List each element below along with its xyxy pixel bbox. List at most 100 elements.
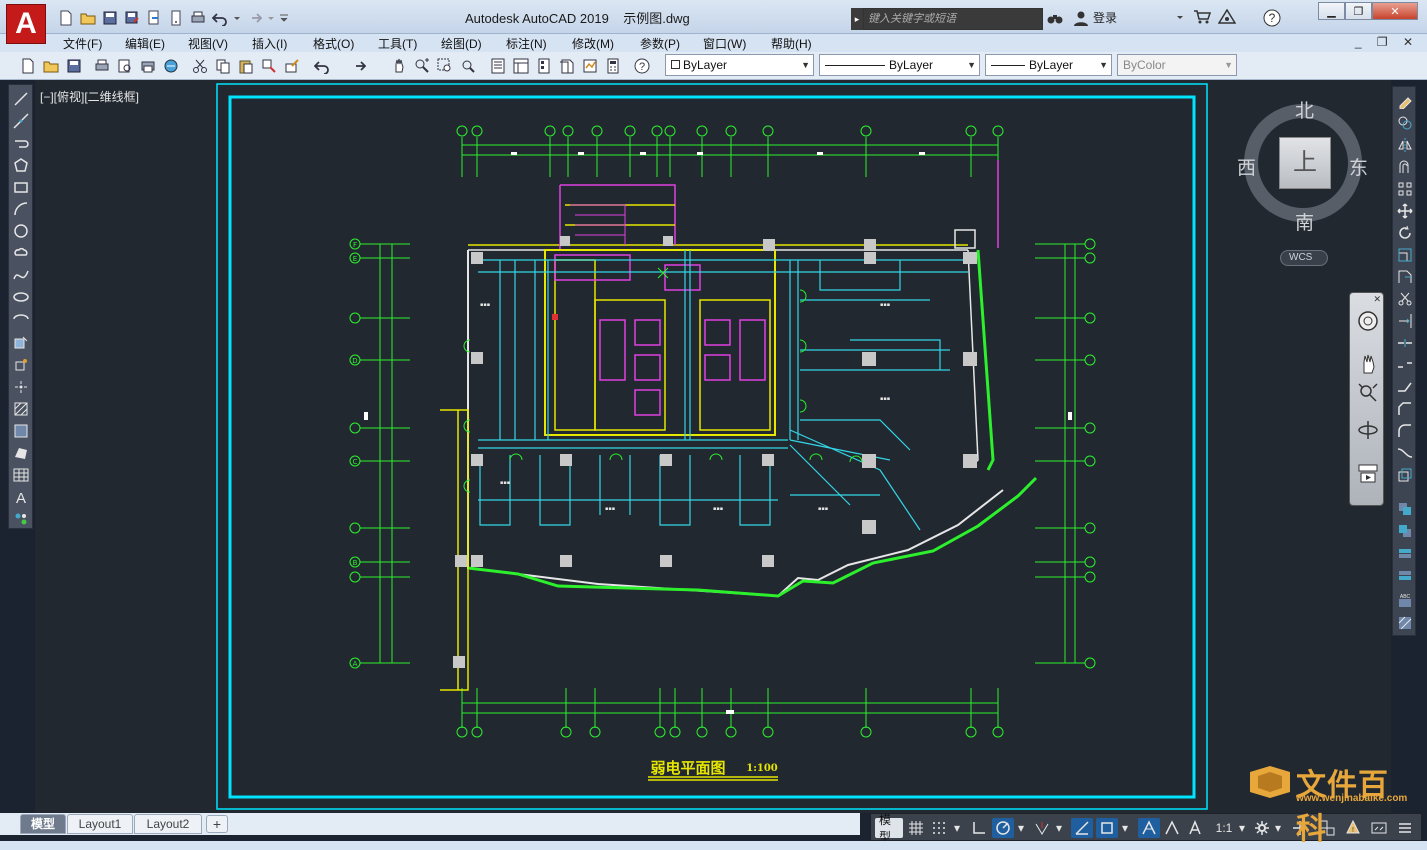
annotation-scale-icon[interactable] [1185, 818, 1205, 838]
add-selected-icon[interactable] [11, 509, 31, 529]
rectangle-icon[interactable] [11, 177, 31, 197]
polyline-icon[interactable] [11, 133, 31, 153]
text-to-front-icon[interactable]: ABC [1395, 591, 1415, 611]
offset-icon[interactable] [1395, 157, 1415, 177]
break-icon[interactable] [1395, 355, 1415, 375]
annotation-visibility-icon[interactable] [1138, 818, 1160, 838]
region-icon[interactable] [11, 443, 31, 463]
svg-text:A: A [16, 490, 26, 505]
draworder-front-icon[interactable] [1395, 499, 1415, 519]
svg-text:▪▪▪: ▪▪▪ [500, 480, 510, 486]
annotation-scale-value[interactable]: 1:1 [1211, 818, 1237, 838]
draworder-above-icon[interactable] [1395, 543, 1415, 563]
hatch-icon[interactable] [11, 399, 31, 419]
ellipse-arc-icon[interactable] [11, 309, 31, 329]
grid-icon[interactable] [906, 818, 926, 838]
compass-west[interactable]: 西 [1237, 153, 1256, 180]
building-core [544, 204, 776, 436]
add-layout-button[interactable]: + [206, 815, 228, 833]
navbar-close-icon[interactable]: ✕ [1373, 294, 1381, 305]
multiline-text-icon[interactable]: A [11, 487, 31, 507]
orbit-icon[interactable] [1356, 418, 1380, 442]
join-icon[interactable] [1395, 377, 1415, 397]
chamfer-icon[interactable] [1395, 399, 1415, 419]
blend-curves-icon[interactable] [1395, 443, 1415, 463]
polygon-icon[interactable] [11, 155, 31, 175]
sheet-outer-frame [216, 83, 1208, 810]
draworder-back-icon[interactable] [1395, 521, 1415, 541]
axis-label-b: B [353, 559, 358, 567]
scale-icon[interactable] [1395, 245, 1415, 265]
isometric-dropdown-icon[interactable]: ▾ [1054, 818, 1064, 838]
explode-icon[interactable] [1395, 465, 1415, 485]
rotate-icon[interactable] [1395, 223, 1415, 243]
osnap-dropdown-icon[interactable]: ▾ [1120, 818, 1130, 838]
mirror-icon[interactable] [1395, 135, 1415, 155]
tab-layout2[interactable]: Layout2 [134, 814, 202, 834]
viewcube-top-face[interactable]: 上 [1279, 137, 1331, 189]
insert-block-icon[interactable] [11, 333, 31, 353]
arc-icon[interactable] [11, 199, 31, 219]
compass-north[interactable]: 北 [1295, 96, 1314, 123]
svg-text:▪▪▪: ▪▪▪ [713, 506, 723, 512]
gradient-icon[interactable] [11, 421, 31, 441]
move-icon[interactable] [1395, 201, 1415, 221]
drawing-title: 弱电平面图 [650, 759, 725, 777]
wcs-menu[interactable]: WCS [1280, 250, 1328, 266]
viewport-controls-label[interactable]: [−][俯视][二维线框] [40, 88, 139, 105]
drawing-scale: 1:100 [746, 763, 778, 774]
navigation-bar: ✕ [1349, 292, 1384, 506]
ellipse-icon[interactable] [11, 287, 31, 307]
pan-hand-icon[interactable] [1356, 352, 1380, 376]
compass-south[interactable]: 南 [1295, 208, 1314, 235]
line-icon[interactable] [11, 89, 31, 109]
model-space-toggle[interactable]: 模型 [875, 813, 903, 844]
spline-icon[interactable] [11, 265, 31, 285]
viewcube[interactable]: 北 南 西 东 上 [1237, 100, 1368, 234]
circle-icon[interactable] [11, 221, 31, 241]
object-snap-icon[interactable] [1096, 818, 1118, 838]
axis-label-c: C [353, 458, 358, 466]
copy-object-icon[interactable] [1395, 113, 1415, 133]
tab-model[interactable]: 模型 [20, 814, 66, 834]
make-block-icon[interactable] [11, 355, 31, 375]
steering-wheel-icon[interactable] [1356, 309, 1380, 333]
polar-dropdown-icon[interactable]: ▾ [1016, 818, 1026, 838]
point-icon[interactable] [11, 377, 31, 397]
workspace-gear-icon[interactable] [1252, 818, 1272, 838]
break-at-point-icon[interactable] [1395, 333, 1415, 353]
polar-tracking-icon[interactable] [992, 818, 1014, 838]
workspace-dropdown-icon[interactable]: ▾ [1273, 818, 1283, 838]
snap-dropdown-icon[interactable]: ▾ [952, 818, 962, 838]
snap-icon[interactable] [929, 818, 949, 838]
tab-layout1[interactable]: Layout1 [67, 814, 133, 834]
layout-tabs: 模型 Layout1 Layout2 + [0, 813, 860, 835]
showmotion-icon[interactable] [1356, 461, 1380, 485]
extend-icon[interactable] [1395, 311, 1415, 331]
auto-scale-icon[interactable] [1162, 818, 1182, 838]
draworder-under-icon[interactable] [1395, 565, 1415, 585]
zoom-extents-icon[interactable] [1356, 381, 1380, 405]
scale-dropdown-icon[interactable]: ▾ [1237, 818, 1247, 838]
right-axis-grid [1035, 238, 1096, 669]
array-icon[interactable] [1395, 179, 1415, 199]
revision-cloud-icon[interactable] [11, 243, 31, 263]
svg-text:▪▪▪: ▪▪▪ [818, 506, 828, 512]
erase-icon[interactable] [1395, 91, 1415, 111]
trim-icon[interactable] [1395, 289, 1415, 309]
application-menu-button[interactable]: A [6, 4, 46, 44]
axis-label-f: F [353, 241, 357, 249]
hatch-to-back-icon[interactable] [1395, 613, 1415, 633]
fillet-icon[interactable] [1395, 421, 1415, 441]
watermark-logo-icon [1250, 766, 1290, 798]
compass-east[interactable]: 东 [1349, 153, 1368, 180]
table-icon[interactable] [11, 465, 31, 485]
construction-line-icon[interactable] [11, 111, 31, 131]
stretch-icon[interactable] [1395, 267, 1415, 287]
object-snap-tracking-icon[interactable] [1071, 818, 1093, 838]
svg-text:▪▪▪: ▪▪▪ [880, 396, 890, 402]
ortho-icon[interactable] [969, 818, 989, 838]
isometric-drafting-icon[interactable] [1031, 818, 1053, 838]
modify-toolbar: ABC [1392, 86, 1416, 636]
watermark-title: 文件百科 [1296, 768, 1389, 847]
